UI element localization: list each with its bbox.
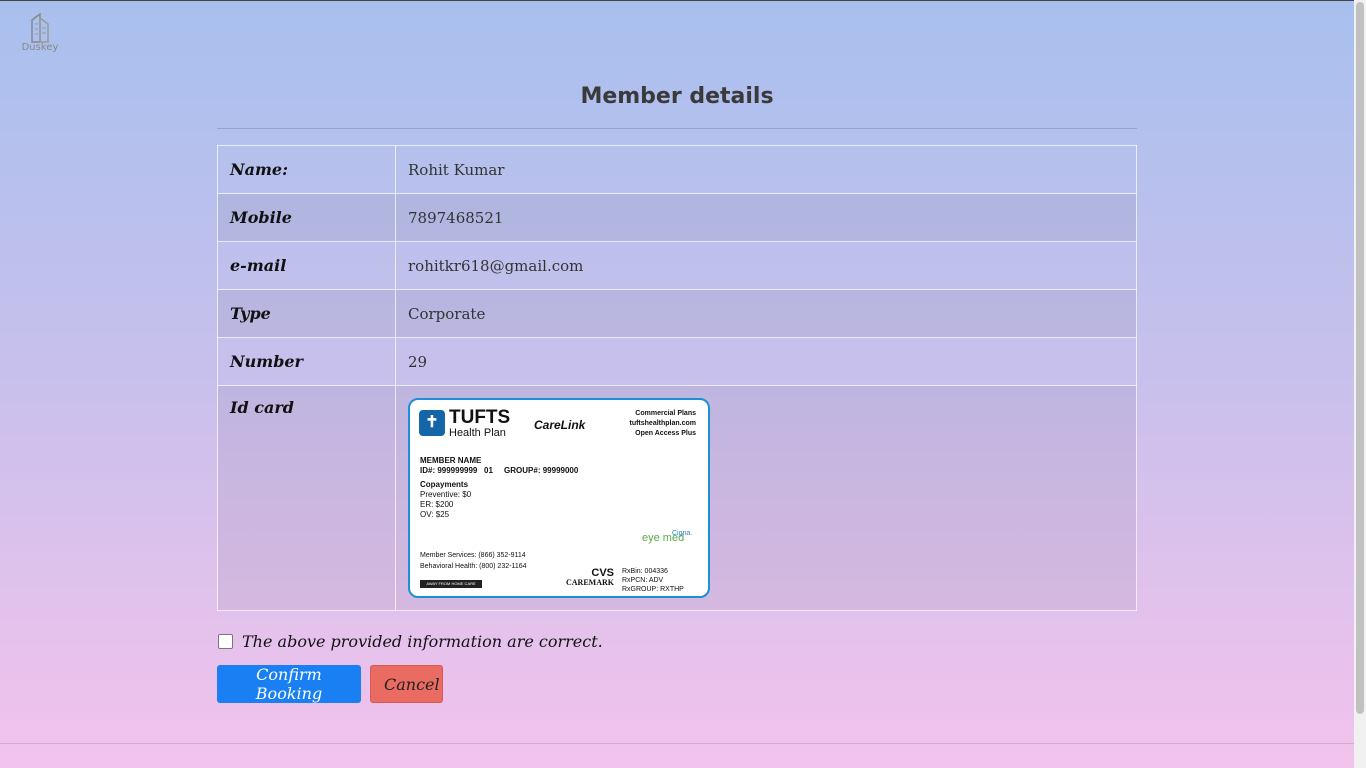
member-details-panel: Member details Name: Rohit Kumar Mobile … <box>217 80 1137 703</box>
detail-label: Mobile <box>217 193 396 242</box>
id-card-services: Member Services: (866) 352-9114 Behavior… <box>420 550 527 572</box>
id-card-rx-line: RxGROUP: RXTHP <box>622 586 684 593</box>
scrollbar-thumb[interactable] <box>1356 2 1364 714</box>
confirm-info-checkbox[interactable] <box>218 633 233 649</box>
detail-row-email: e-mail rohitkr618@gmail.com <box>217 241 1137 290</box>
detail-row-mobile: Mobile 7897468521 <box>217 193 1137 242</box>
id-card-caremark: CAREMARK <box>566 578 614 587</box>
building-logo-icon <box>31 12 49 43</box>
id-card-carelink: CareLink <box>534 418 586 432</box>
id-card-plan-line: Commercial Plans <box>635 410 696 417</box>
detail-value: Corporate <box>395 289 1137 338</box>
detail-row-name: Name: Rohit Kumar <box>217 145 1137 194</box>
tufts-logo-icon: ✝ <box>419 410 445 436</box>
footer-divider <box>0 743 1354 744</box>
detail-value: rohitkr618@gmail.com <box>395 241 1137 290</box>
detail-label: Type <box>217 289 396 338</box>
id-card-copay: Preventive: $0 <box>420 490 472 499</box>
id-card-service-line: Behavioral Health: (800) 232-1164 <box>420 563 527 570</box>
id-card-copay: ER: $200 <box>420 500 454 509</box>
detail-row-number: Number 29 <box>217 337 1137 386</box>
detail-row-idcard: Id card ✝ TUFTS Health Plan CareLink Com… <box>217 385 1137 611</box>
detail-row-type: Type Corporate <box>217 289 1137 338</box>
member-details-table: Name: Rohit Kumar Mobile 7897468521 e-ma… <box>217 145 1137 611</box>
title-divider <box>217 128 1137 129</box>
confirm-info-row: The above provided information are corre… <box>217 629 1137 653</box>
brand-name: Duskey <box>21 42 59 53</box>
id-card-member-info: MEMBER NAME ID#: 999999999 01 GROUP#: 99… <box>420 456 578 520</box>
id-card-copay-title: Copayments <box>420 480 469 489</box>
action-buttons: Confirm Booking Cancel <box>217 665 1137 703</box>
id-card-rx-line: RxPCN: ADV <box>622 577 664 584</box>
page-scrollbar[interactable] <box>1354 0 1366 768</box>
top-border <box>0 0 1366 1</box>
confirm-info-label[interactable]: The above provided information are corre… <box>242 632 603 651</box>
id-card-image: ✝ TUFTS Health Plan CareLink Commercial … <box>408 398 710 598</box>
id-card-cvs: CVS CAREMARK <box>566 568 614 588</box>
id-card-id-line: ID#: 999999999 01 GROUP#: 99999000 <box>420 466 579 475</box>
id-card-rx: RxBin: 004336 RxPCN: ADV RxGROUP: RXTHP <box>622 567 684 594</box>
id-card-plan-line: Open Access Plus <box>635 430 696 437</box>
id-card-away-badge: AWAY FROM HOME CARE <box>420 580 482 588</box>
id-card-copay: OV: $25 <box>420 510 450 519</box>
id-card-cigna: Cigna. <box>672 530 693 537</box>
id-card-plan-line: tuftshealthplan.com <box>629 420 696 427</box>
id-card-brand-sub: Health Plan <box>449 427 506 439</box>
brand-logo[interactable]: Duskey <box>20 10 60 58</box>
id-card-rx-line: RxBin: 004336 <box>622 568 668 575</box>
confirm-booking-button[interactable]: Confirm Booking <box>217 665 361 703</box>
cancel-button[interactable]: Cancel <box>370 665 443 703</box>
id-card-member-name: MEMBER NAME <box>420 456 482 465</box>
detail-value: 29 <box>395 337 1137 386</box>
id-card-cvs-label: CVS <box>591 567 614 579</box>
detail-label: Id card <box>217 385 396 611</box>
detail-value: Rohit Kumar <box>395 145 1137 194</box>
detail-value: ✝ TUFTS Health Plan CareLink Commercial … <box>395 385 1137 611</box>
id-card-plans: Commercial Plans tuftshealthplan.com Ope… <box>629 409 696 439</box>
detail-label: Name: <box>217 145 396 194</box>
detail-label: Number <box>217 337 396 386</box>
page-title: Member details <box>580 84 774 109</box>
detail-value: 7897468521 <box>395 193 1137 242</box>
id-card-brand: TUFTS <box>449 407 511 428</box>
id-card-service-line: Member Services: (866) 352-9114 <box>420 552 526 559</box>
detail-label: e-mail <box>217 241 396 290</box>
